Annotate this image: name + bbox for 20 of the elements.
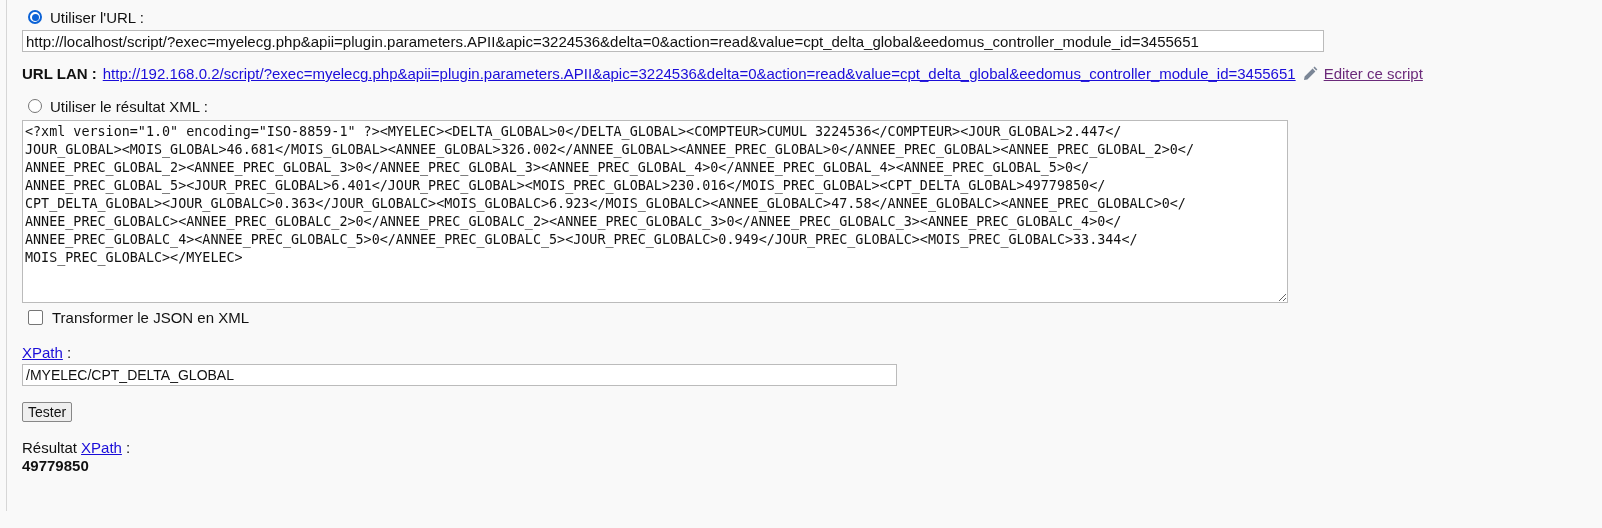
checkbox-label: Transformer le JSON en XML — [52, 309, 249, 326]
xpath-link[interactable]: XPath — [22, 344, 63, 361]
colon-text: : — [125, 439, 131, 456]
colon-text: : — [66, 344, 72, 361]
result-value: 49779850 — [22, 457, 89, 474]
url-lan-label: URL LAN : — [22, 65, 97, 82]
xml-result-field[interactable]: <?xml version="1.0" encoding="ISO-8859-1" ?><MYELEC><DELTA_GLOBAL>0</DELTA_GLOBAL><COMPTEUR>CUMUL 3224536</COMPTEUR><JOUR_GLOBAL>2.447</ JOUR_GLOBAL><MOIS_GLOBAL>46.681</MOIS_GLOBAL><ANNEE_GLOBAL>326.002</ANNEE_GLOBAL><ANNEE_PREC_GLOBAL>0</ANNEE_PREC_GLOBAL><ANNEE_PREC_GLOBAL_2>0</ ANNEE_PREC_GLOBAL_2><ANNEE_PREC_GLOBAL_3>0</ANNEE_PREC_GLOBAL_3><ANNEE_PREC_GLOBAL_4>0</ANNEE_PREC_GLOBAL_4><ANNEE_PREC_GLOBAL_5>0</ ANNEE_PREC_GLOBAL_5><JOUR_PREC_GLOBAL>6.401</JOUR_PREC_GLOBAL><MOIS_PREC_GLOBAL>230.016</MOIS_PREC_GLOBAL><CPT_DELTA_GLOBAL>49779850</ CPT_DELTA_GLOBAL><JOUR_GLOBALC>0.363</JOUR_GLOBALC><MOIS_GLOBALC>6.923</MOIS_GLOBALC><ANNEE_GLOBALC>47.58</ANNEE_GLOBALC><ANNEE_PREC_GLOBALC>0</ ANNEE_PREC_GLOBALC><ANNEE_PREC_GLOBALC_2>0</ANNEE_PREC_GLOBALC_2><ANNEE_PREC_GLOBALC_3>0</ANNEE_PREC_GLOBALC_3><ANNEE_PREC_GLOBALC_4>0</ ANNEE_PREC_GLOBALC_4><ANNEE_PREC_GLOBALC_5>0</ANNEE_PREC_GLOBALC_5><JOUR_PREC_GLOBALC>0.949</JOUR_PREC_GLOBALC><MOIS_PREC_GLOBALC>33.344</ MOIS_PREC_GLOBALC></MYELEC> — [22, 120, 1288, 303]
checkbox[interactable] — [28, 310, 43, 325]
edit-script-link[interactable]: Editer ce script — [1323, 65, 1423, 82]
xpath-field[interactable]: /MYELEC/CPT_DELTA_GLOBAL — [22, 364, 897, 386]
url-field[interactable]: http://localhost/script/?exec=myelecg.php&apii=plugin.parameters.APII&apic=3224536&delta=0&action=read&value=cpt_delta_global&eedomus_controller_module_id=3455651 — [22, 30, 1324, 52]
result-label: Résultat — [22, 439, 78, 456]
radio-button[interactable] — [28, 10, 42, 24]
option-label: Utiliser l'URL : — [50, 8, 144, 26]
test-button[interactable]: Tester — [22, 402, 73, 422]
pencil-icon — [1301, 65, 1318, 82]
radio-button[interactable] — [28, 99, 42, 113]
url-lan-link[interactable]: http://192.168.0.2/script/?exec=myelecg.php&apii=plugin.parameters.APII&apic=3224536&delta=0&action=read&value=cpt_delta_global&eedomus_controller_module_id=3455651 — [102, 65, 1296, 82]
option-label: Utiliser le résultat XML : — [50, 97, 208, 115]
xpath-link[interactable]: XPath — [81, 439, 122, 456]
